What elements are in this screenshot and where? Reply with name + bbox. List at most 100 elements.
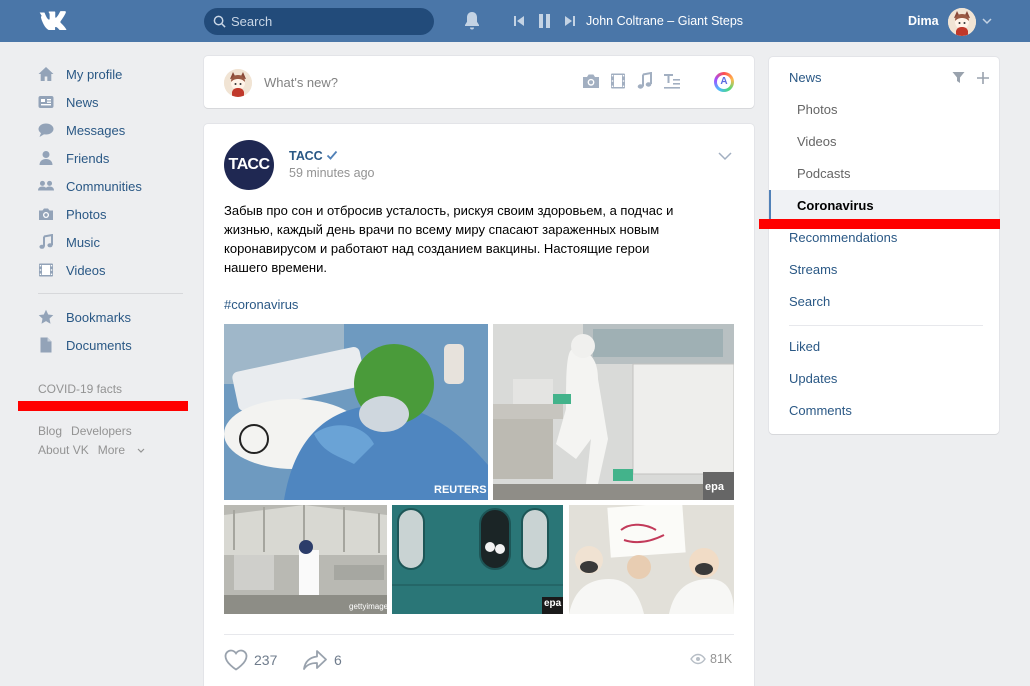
- vk-logo[interactable]: [38, 10, 74, 32]
- rightnav-streams[interactable]: Streams: [769, 254, 999, 286]
- top-bar: Search John Coltrane – Giant Steps Dima: [0, 0, 1030, 42]
- tass-avatar[interactable]: ТАСС: [224, 140, 274, 190]
- rightnav-comments[interactable]: Comments: [769, 395, 999, 427]
- user-name[interactable]: Dima: [908, 14, 939, 28]
- verified-icon: [326, 150, 338, 160]
- pause-icon[interactable]: [538, 12, 551, 30]
- previous-track-icon[interactable]: [513, 12, 526, 30]
- post-as-letter: A: [717, 75, 731, 89]
- whats-new-input[interactable]: What's new?: [264, 75, 338, 90]
- user-avatar[interactable]: [948, 8, 976, 36]
- post-photo[interactable]: REUTERS: [224, 324, 488, 500]
- share-icon: [303, 650, 327, 670]
- nav-messages[interactable]: Messages: [38, 116, 188, 144]
- rightnav-podcasts[interactable]: Podcasts: [769, 158, 999, 190]
- plus-icon[interactable]: [976, 71, 990, 85]
- document-icon: [38, 337, 54, 353]
- post-text: Забыв про сон и отбросив усталость, риск…: [224, 203, 674, 275]
- photo-watermark: epa: [705, 481, 724, 493]
- rightnav-videos[interactable]: Videos: [769, 126, 999, 158]
- post-photo[interactable]: [569, 505, 734, 614]
- search-input[interactable]: Search: [204, 8, 434, 35]
- nav-news[interactable]: News: [38, 88, 188, 116]
- nav-divider: [38, 293, 183, 294]
- post-as-avatar[interactable]: A: [714, 72, 734, 92]
- post-photo[interactable]: gettyimages: [224, 505, 387, 614]
- home-icon: [38, 66, 54, 82]
- rightnav-liked[interactable]: Liked: [769, 331, 999, 363]
- post-photo[interactable]: epa: [392, 505, 563, 614]
- photo-watermark: REUTERS: [434, 484, 487, 496]
- nav-communities[interactable]: Communities: [38, 172, 188, 200]
- nav-friends[interactable]: Friends: [38, 144, 188, 172]
- redaction-bar: [18, 401, 188, 411]
- footer-links: Blog Developers About VK More: [38, 422, 188, 460]
- audio-player: [513, 12, 576, 30]
- nav-label: Music: [66, 234, 100, 250]
- heart-icon: [224, 649, 248, 671]
- covid-facts-link[interactable]: COVID-19 facts: [38, 382, 122, 396]
- music-icon[interactable]: [636, 72, 654, 90]
- post-composer: What's new? A: [204, 56, 754, 108]
- nav-documents[interactable]: Documents: [38, 331, 188, 359]
- footer-more-label: More: [97, 443, 126, 457]
- messages-icon: [38, 122, 54, 138]
- chevron-down-icon[interactable]: [718, 151, 732, 161]
- view-count-value: 81K: [710, 652, 733, 666]
- chevron-down-icon[interactable]: [982, 16, 992, 26]
- chevron-down-icon: [137, 448, 145, 453]
- video-icon[interactable]: [609, 72, 627, 90]
- nav-label: My profile: [66, 66, 123, 82]
- like-button[interactable]: 237: [224, 649, 277, 671]
- news-filter-menu: News Photos Videos Podcasts Coronavirus …: [769, 57, 999, 434]
- next-track-icon[interactable]: [563, 12, 576, 30]
- nav-label: Communities: [66, 178, 142, 194]
- footer-about[interactable]: About VK: [38, 443, 89, 457]
- rightnav-photos[interactable]: Photos: [769, 94, 999, 126]
- post-author[interactable]: ТАСС: [289, 149, 323, 163]
- friends-icon: [38, 150, 54, 166]
- photo-watermark: epa: [544, 598, 562, 609]
- footer-more[interactable]: More: [98, 443, 146, 457]
- composer-avatar[interactable]: [224, 69, 252, 97]
- nav-label: Videos: [66, 262, 106, 278]
- nav-label: Messages: [66, 122, 126, 138]
- nav-photos[interactable]: Photos: [38, 200, 188, 228]
- filter-icon[interactable]: [952, 71, 965, 84]
- share-count: 6: [334, 652, 342, 668]
- post-time[interactable]: 59 minutes ago: [289, 166, 374, 180]
- post-divider: [224, 634, 734, 635]
- nav-label: News: [66, 94, 99, 110]
- view-count: 81K: [690, 652, 732, 666]
- footer-developers[interactable]: Developers: [71, 424, 132, 438]
- nav-videos[interactable]: Videos: [38, 256, 188, 284]
- nav-label: Photos: [66, 206, 107, 222]
- communities-icon: [38, 178, 54, 194]
- search-placeholder: Search: [231, 14, 273, 29]
- nav-label: Bookmarks: [66, 309, 132, 325]
- photo-watermark: gettyimages: [349, 602, 387, 611]
- bell-icon[interactable]: [463, 11, 481, 31]
- nav-bookmarks[interactable]: Bookmarks: [38, 303, 188, 331]
- eye-icon: [690, 653, 706, 665]
- camera-icon[interactable]: [582, 72, 600, 90]
- video-icon: [38, 262, 54, 278]
- rightnav-updates[interactable]: Updates: [769, 363, 999, 395]
- composer-tools: [582, 72, 681, 90]
- rightnav-coronavirus[interactable]: Coronavirus: [769, 190, 999, 222]
- search-icon: [213, 15, 226, 28]
- nav-my-profile[interactable]: My profile: [38, 60, 188, 88]
- nav-label: Documents: [66, 337, 132, 353]
- post-photo[interactable]: epa: [493, 324, 734, 500]
- footer-blog[interactable]: Blog: [38, 424, 62, 438]
- rightnav-divider: [789, 325, 983, 326]
- current-track[interactable]: John Coltrane – Giant Steps: [586, 14, 743, 28]
- article-icon[interactable]: [663, 72, 681, 90]
- nav-music[interactable]: Music: [38, 228, 188, 256]
- star-icon: [38, 309, 54, 325]
- music-icon: [38, 234, 54, 250]
- share-button[interactable]: 6: [302, 649, 342, 671]
- rightnav-search[interactable]: Search: [769, 286, 999, 318]
- post-hashtag[interactable]: #coronavirus: [224, 297, 298, 312]
- camera-icon: [38, 206, 54, 222]
